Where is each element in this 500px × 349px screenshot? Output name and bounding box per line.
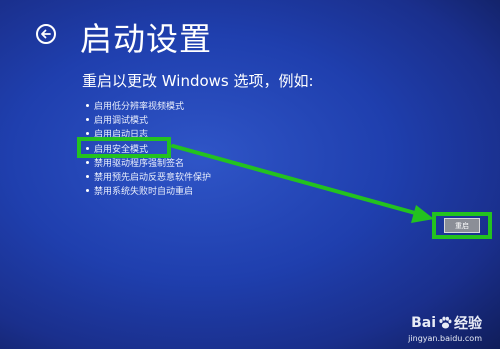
restart-highlight-box: 重启 [432,212,492,239]
watermark-url: jingyan.baidu.com [408,334,482,343]
baidu-jingyan-watermark: Bai 经验 jingyan.baidu.com [408,313,482,343]
paw-logo-icon [439,316,452,329]
watermark-brand-left: Bai [411,315,436,331]
annotation-arrow-icon [171,144,434,223]
watermark-brand-right: 经验 [454,316,482,332]
restart-button[interactable]: 重启 [444,218,480,233]
